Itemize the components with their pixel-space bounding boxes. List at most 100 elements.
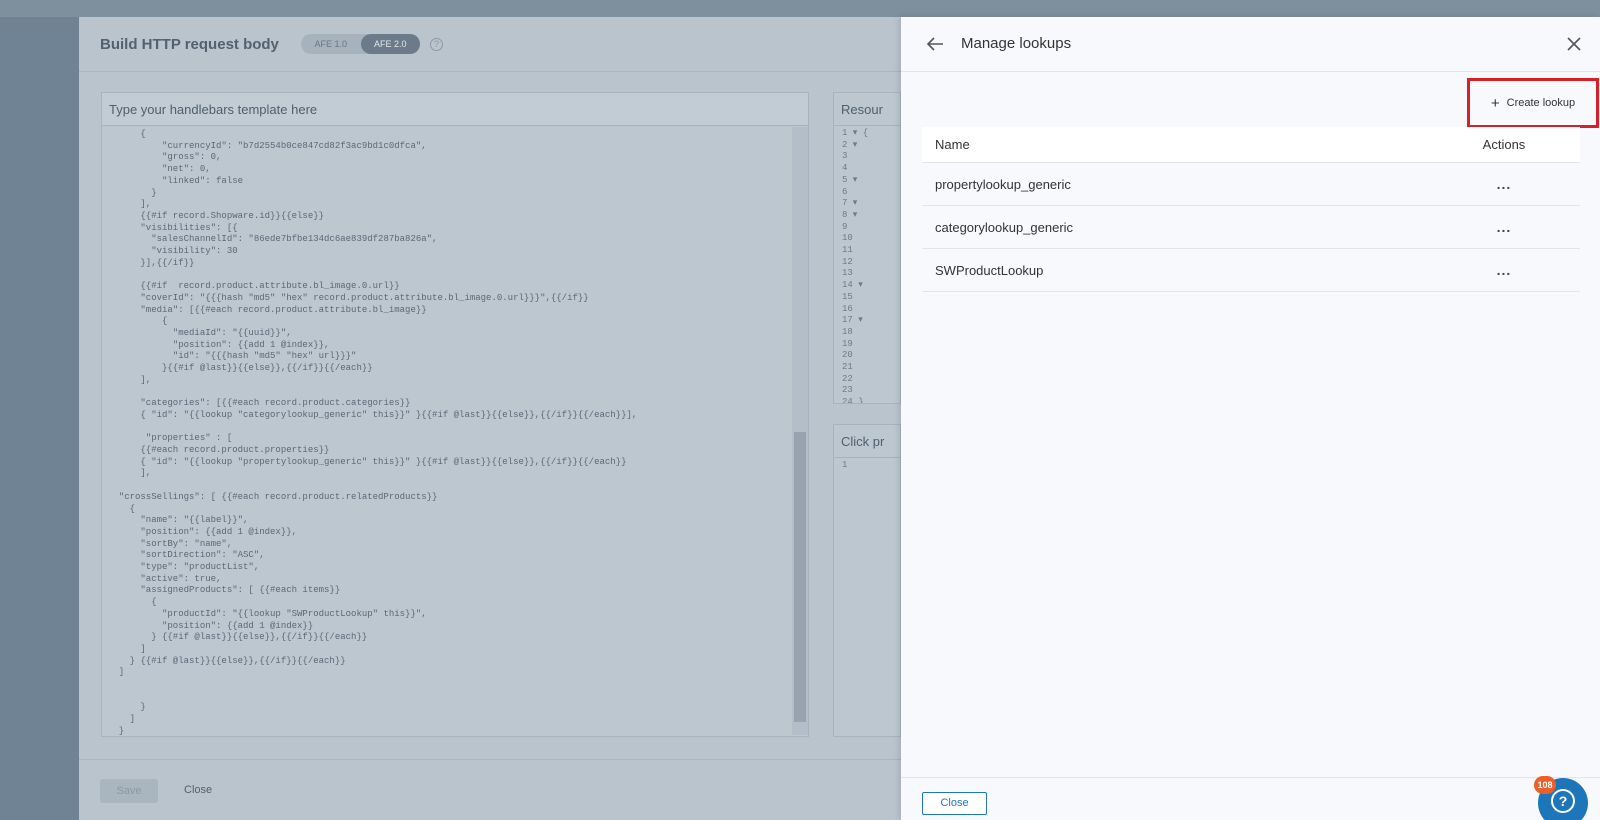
code-line: ], (108, 468, 152, 479)
back-arrow-icon[interactable] (925, 34, 945, 54)
preview-line-numbers: 1 (842, 460, 848, 470)
code-line: { (108, 597, 157, 608)
code-line: "id": "{{{hash "md5" "hex" url}}}" (108, 351, 357, 362)
code-line: "visibilities": [{ (108, 222, 238, 233)
preview-label: Click pr (834, 425, 900, 458)
code-line: "properties" : [ (108, 433, 233, 444)
code-line: "productId": "{{lookup "SWProductLookup"… (108, 608, 427, 619)
afe-version-toggle[interactable]: AFE 1.0 AFE 2.0 (301, 34, 420, 54)
name-column-header: Name (935, 137, 970, 152)
template-code-editor[interactable]: { "currencyId": "b7d2554b0ce847cd82f3ac9… (102, 127, 794, 735)
code-line: "net": 0, (108, 164, 211, 175)
editor-scrollbar[interactable] (792, 127, 808, 735)
manage-lookups-drawer: Manage lookups + Create lookup Name Acti… (901, 17, 1600, 820)
code-line: } (108, 187, 157, 198)
code-line: "mediaId": "{{uuid}}", (108, 327, 292, 338)
code-line: "position": {{add 1 @index}}, (108, 526, 298, 537)
modal-title: Build HTTP request body (100, 36, 279, 53)
table-row: categorylookup_generic ... (922, 206, 1580, 249)
code-line: ] (108, 667, 125, 678)
resources-line-numbers: 1 ▾ { 2 ▾ 3 4 5 ▾ 6 7 ▾ 8 ▾ 9 10 11 12 1… (842, 128, 869, 404)
lookup-name: propertylookup_generic (935, 176, 1071, 192)
code-line: "coverId": "{{{hash "md5" "hex" record.p… (108, 292, 589, 303)
code-line: "gross": 0, (108, 152, 222, 163)
drawer-close-button[interactable]: Close (922, 792, 987, 815)
code-line: ] (108, 643, 146, 654)
question-icon: ? (1551, 789, 1575, 813)
code-line: "linked": false (108, 175, 244, 186)
modal-header: Build HTTP request body AFE 1.0 AFE 2.0 … (79, 17, 901, 72)
code-line: { (108, 503, 136, 514)
app-left-rail (0, 17, 79, 820)
code-line: }{{#if @last}}{{else}},{{/if}}{{/each}} (108, 363, 373, 374)
close-icon[interactable] (1565, 35, 1583, 53)
table-row: SWProductLookup ... (922, 249, 1580, 292)
code-line: "sortBy": "name", (108, 538, 233, 549)
afe-1-option[interactable]: AFE 1.0 (301, 34, 361, 54)
plus-icon: + (1490, 94, 1500, 112)
app-top-bar (0, 0, 1600, 17)
code-line: "visibility": 30 (108, 246, 238, 257)
table-header: Name Actions (922, 127, 1580, 163)
code-line: ], (108, 374, 152, 385)
modal-footer: Save Close (79, 759, 901, 820)
code-line: { "id": "{{lookup "categorylookup_generi… (108, 409, 638, 420)
drawer-footer: Close (901, 777, 1600, 820)
code-line: ] (108, 714, 136, 725)
code-line: } (108, 725, 125, 735)
close-button[interactable]: Close (184, 784, 212, 796)
code-line: "position": {{add 1 @index}} (108, 620, 314, 631)
table-row: propertylookup_generic ... (922, 163, 1580, 206)
scrollbar-thumb[interactable] (794, 432, 806, 722)
lookups-table: Name Actions propertylookup_generic ... … (922, 127, 1580, 292)
code-line: "crossSellings": [ {{#each record.produc… (108, 491, 438, 502)
code-line: "currencyId": "b7d2554b0ce847cd82f3ac9bd… (108, 140, 427, 151)
row-actions-menu-icon[interactable]: ... (1428, 262, 1580, 278)
row-actions-menu-icon[interactable]: ... (1428, 219, 1580, 235)
code-line: { (108, 316, 168, 327)
code-line: "sortDirection": "ASC", (108, 550, 265, 561)
code-line: "active": true, (108, 573, 222, 584)
notification-badge: 108 (1534, 776, 1556, 794)
code-line: { (108, 129, 146, 139)
code-line: } (108, 702, 146, 713)
afe-2-option[interactable]: AFE 2.0 (360, 34, 420, 54)
row-actions-menu-icon[interactable]: ... (1428, 176, 1580, 192)
build-request-body-modal: Build HTTP request body AFE 1.0 AFE 2.0 … (79, 17, 901, 820)
template-editor-label: Type your handlebars template here (102, 93, 808, 126)
create-lookup-button[interactable]: + Create lookup (1467, 78, 1599, 128)
code-line: "assignedProducts": [ {{#each items}} (108, 585, 341, 596)
code-line: "categories": [{{#each record.product.ca… (108, 398, 411, 409)
code-line: "type": "productList", (108, 562, 260, 573)
code-line: { "id": "{{lookup "propertylookup_generi… (108, 456, 627, 467)
template-editor-panel: Type your handlebars template here { "cu… (101, 92, 809, 737)
code-line: } {{#if @last}}{{else}},{{/if}}{{/each}} (108, 655, 346, 666)
code-line: "name": "{{label}}", (108, 515, 249, 526)
code-line: }],{{/if}} (108, 257, 195, 268)
lookup-name: SWProductLookup (935, 262, 1044, 278)
code-line: "position": {{add 1 @index}}, (108, 339, 330, 350)
preview-panel: Click pr 1 (833, 424, 901, 737)
code-line: {{#if record.Shopware.id}}{{else}} (108, 210, 325, 221)
code-line: "salesChannelId": "86ede7bfbe134dc6ae839… (108, 234, 438, 245)
help-icon[interactable]: ? (430, 38, 443, 51)
code-line: ], (108, 199, 152, 210)
resources-label: Resour (834, 93, 900, 126)
code-line: {{#if record.product.attribute.bl_image.… (108, 281, 400, 292)
code-line: "media": [{{#each record.product.attribu… (108, 304, 427, 315)
drawer-header: Manage lookups (901, 17, 1600, 72)
create-lookup-label: Create lookup (1506, 97, 1576, 109)
code-line: } {{#if @last}}{{else}},{{/if}}{{/each}} (108, 632, 368, 643)
lookup-name: categorylookup_generic (935, 219, 1074, 235)
actions-column-header: Actions (1482, 137, 1526, 152)
resources-panel: Resour 1 ▾ { 2 ▾ 3 4 5 ▾ 6 7 ▾ 8 ▾ 9 10 … (833, 92, 901, 404)
code-line: {{#each record.product.properties}} (108, 444, 330, 455)
drawer-title: Manage lookups (961, 35, 1072, 52)
save-button[interactable]: Save (100, 779, 158, 803)
